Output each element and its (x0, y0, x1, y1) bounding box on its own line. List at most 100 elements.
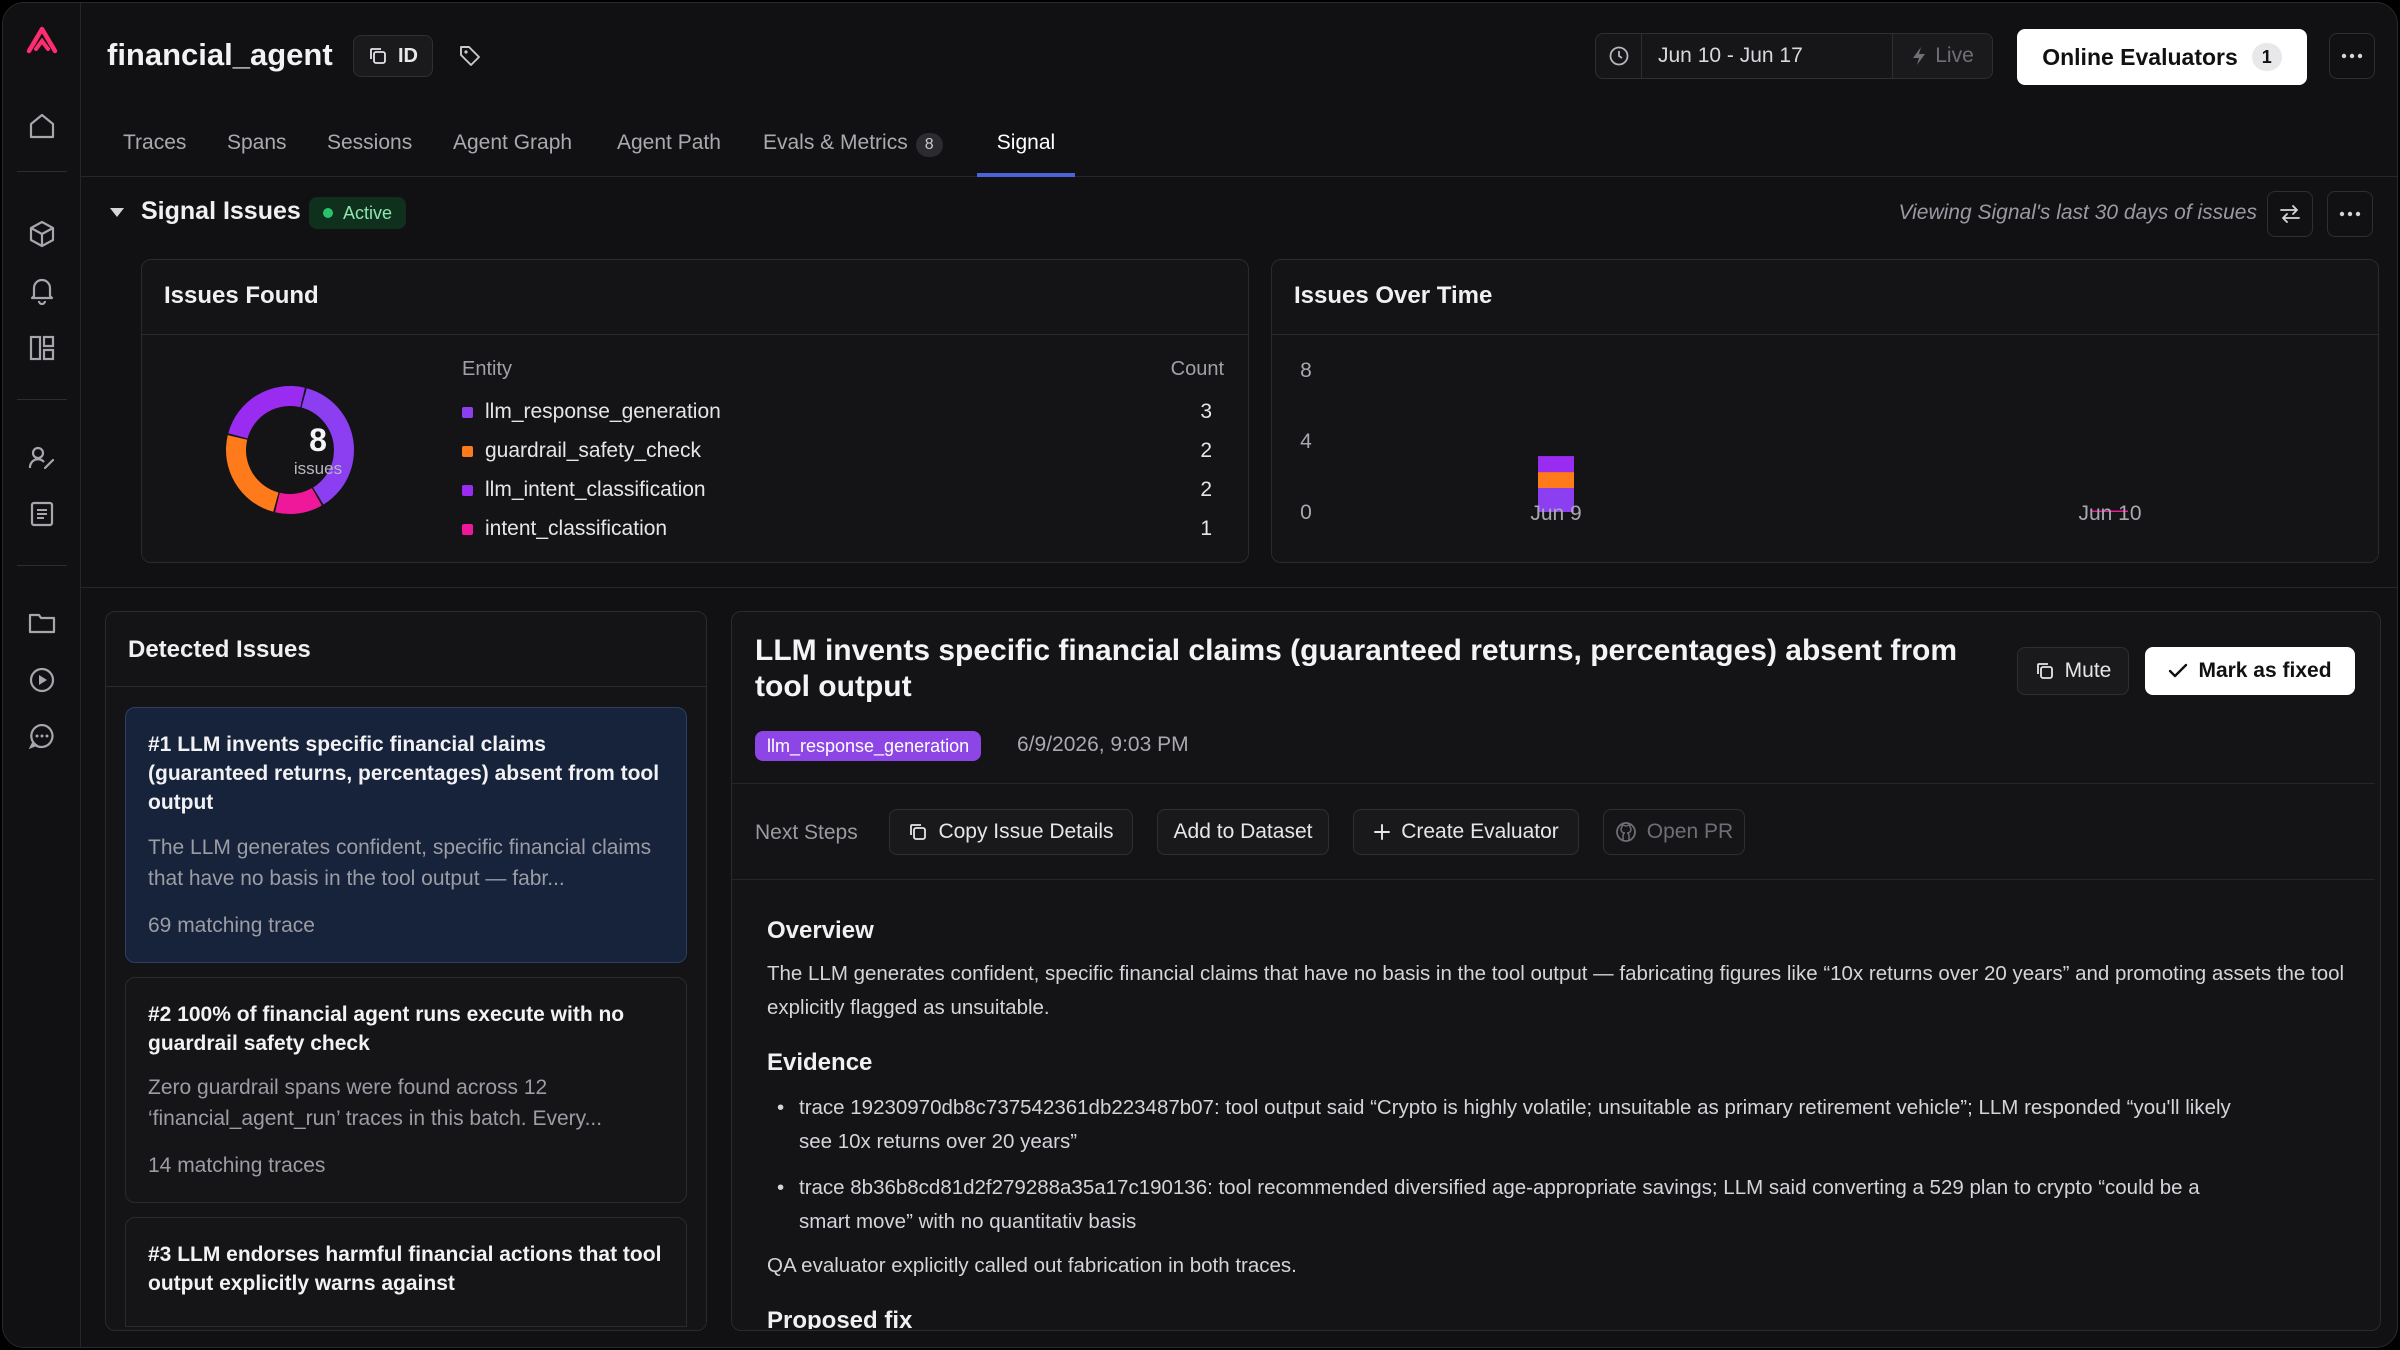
bell-icon[interactable] (25, 273, 59, 307)
next-steps-label: Next Steps (755, 821, 858, 844)
entity-swatch (462, 445, 473, 457)
issues-over-time-title: Issues Over Time (1294, 282, 1493, 309)
mute-button[interactable]: Mute (2017, 647, 2129, 695)
issue-title: #2 100% of financial agent runs execute … (148, 1003, 625, 1055)
tab-signal[interactable]: Signal (977, 131, 1075, 177)
date-range-picker[interactable]: Jun 10 - Jun 17 Live (1595, 33, 1993, 79)
issue-description: The LLM generates confident, specific fi… (148, 836, 652, 890)
x-tick-label: Jun 9 (1530, 502, 1581, 525)
count-column-header: Count (1170, 358, 1224, 380)
entity-row: llm_response_generation 3 (462, 394, 1212, 430)
evals-count-badge: 8 (915, 133, 943, 157)
proposed-fix-heading: Proposed fix (767, 1307, 913, 1329)
issues-over-time-chart: 8 4 0 Jun 9 Jun 10 (1300, 359, 2141, 525)
entity-row: intent_classification 1 (462, 511, 1212, 547)
tag-button[interactable] (451, 37, 489, 75)
online-evaluators-button[interactable]: Online Evaluators 1 (2017, 29, 2307, 85)
issue-title: #1 LLM invents specific financial claims… (148, 733, 660, 814)
dashboard-icon[interactable] (25, 331, 59, 365)
cube-icon[interactable] (25, 217, 59, 251)
entity-row: guardrail_safety_check 2 (462, 433, 1212, 469)
issues-found-title: Issues Found (164, 282, 319, 309)
entity-badge: llm_response_generation (755, 731, 982, 761)
x-tick-label: Jun 10 (2078, 502, 2141, 525)
more-horizontal-icon (2339, 211, 2361, 217)
play-circle-icon[interactable] (25, 663, 59, 697)
issues-found-card: Issues Found 8 issues Entity Count llm_r… (141, 259, 1249, 563)
bar-segment[interactable] (1538, 456, 1574, 473)
header-more-button[interactable] (2329, 33, 2375, 79)
y-tick-label: 4 (1300, 430, 1312, 453)
tab-sessions[interactable]: Sessions (327, 131, 412, 177)
live-toggle[interactable]: Live (1892, 34, 1992, 78)
total-issues-count: 8 (309, 422, 327, 458)
github-icon (1615, 822, 1636, 842)
folder-icon[interactable] (25, 605, 59, 639)
status-badge: Active (309, 197, 407, 229)
tab-spans[interactable]: Spans (227, 131, 287, 177)
detected-issues-title: Detected Issues (128, 636, 311, 663)
viewing-range-text: Viewing Signal's last 30 days of issues (1898, 201, 2258, 224)
bar-segment[interactable] (1538, 472, 1574, 489)
issue-detail-title: LLM invents specific financial claims (g… (755, 634, 1957, 703)
tab-evals-metrics[interactable]: Evals & Metrics 8 (763, 131, 943, 177)
app-window: financial_agent ID Jun 10 - Jun 17 Live … (2, 2, 2398, 1348)
more-horizontal-icon (2341, 53, 2363, 59)
issue-description: Zero guardrail spans were found across 1… (148, 1076, 603, 1130)
copy-icon (910, 824, 927, 840)
entity-swatch (462, 484, 473, 496)
entity-swatch (462, 523, 473, 535)
evidence-heading: Evidence (767, 1049, 873, 1076)
online-evaluators-count: 1 (2251, 43, 2282, 71)
copy-issue-details-button[interactable]: Copy Issue Details (889, 809, 1133, 855)
overview-heading: Overview (767, 917, 874, 944)
tab-traces[interactable]: Traces (123, 131, 186, 177)
issue-card-2[interactable]: #2 100% of financial agent runs execute … (125, 977, 687, 1203)
brand-logo-icon[interactable] (25, 23, 59, 57)
copy-icon (2036, 663, 2053, 679)
checkmark-icon (2169, 663, 2188, 678)
overview-text: The LLM generates confident, specific fi… (767, 962, 2345, 1019)
issue-title: #3 LLM endorses harmful financial action… (148, 1243, 662, 1295)
issue-card-1[interactable]: #1 LLM invents specific financial claims… (125, 707, 687, 963)
entity-column-header: Entity (462, 358, 513, 380)
issue-card-3[interactable]: #3 LLM endorses harmful financial action… (125, 1217, 687, 1327)
evidence-item: trace 8b36b8cd81d2f279288a35a17c190136: … (777, 1171, 2235, 1239)
issue-matching-count: 69 matching trace (148, 914, 315, 937)
user-edit-icon[interactable] (25, 441, 59, 475)
signal-issues-header: Signal Issues Active Viewing Signal's la… (81, 179, 2397, 249)
id-label: ID (398, 44, 418, 67)
top-header: financial_agent ID Jun 10 - Jun 17 Live … (81, 3, 2397, 111)
clock-icon (1596, 34, 1642, 78)
evidence-item: trace 19230970db8c737542361db223487b07: … (777, 1091, 2235, 1159)
donut-slice-intent_classification[interactable] (275, 488, 322, 514)
swap-arrows-icon (2280, 205, 2300, 223)
signal-issues-title: Signal Issues (141, 197, 301, 225)
swap-button[interactable] (2267, 191, 2313, 237)
mark-as-fixed-button[interactable]: Mark as fixed (2145, 647, 2355, 695)
y-tick-label: 8 (1300, 359, 1312, 382)
document-list-icon[interactable] (25, 497, 59, 531)
chat-bubble-icon[interactable] (25, 719, 59, 753)
entity-row: llm_intent_classification 2 (462, 472, 1212, 508)
create-evaluator-button[interactable]: Create Evaluator (1353, 809, 1579, 855)
copy-icon (370, 48, 386, 64)
tab-agent-graph[interactable]: Agent Graph (453, 131, 572, 177)
home-icon[interactable] (25, 109, 59, 143)
collapse-caret-icon[interactable] (109, 205, 125, 223)
date-range-text: Jun 10 - Jun 17 (1658, 44, 1803, 67)
issue-timestamp: 6/9/2026, 9:03 PM (1017, 733, 1189, 756)
tag-icon (460, 46, 480, 66)
total-issues-label: issues (293, 459, 343, 478)
add-to-dataset-button[interactable]: Add to Dataset (1157, 809, 1329, 855)
left-nav-rail (3, 3, 81, 1347)
lightning-icon (1913, 47, 1926, 65)
tab-agent-path[interactable]: Agent Path (617, 131, 721, 177)
copy-id-button[interactable]: ID (353, 35, 433, 77)
entity-swatch (462, 406, 473, 418)
signal-more-button[interactable] (2327, 191, 2373, 237)
y-tick-label: 0 (1300, 501, 1312, 524)
open-pr-button[interactable]: Open PR (1603, 809, 1745, 855)
donut-center-label: 8 issues (262, 422, 374, 479)
view-tabs: Traces Spans Sessions Agent Graph Agent … (81, 113, 2397, 177)
